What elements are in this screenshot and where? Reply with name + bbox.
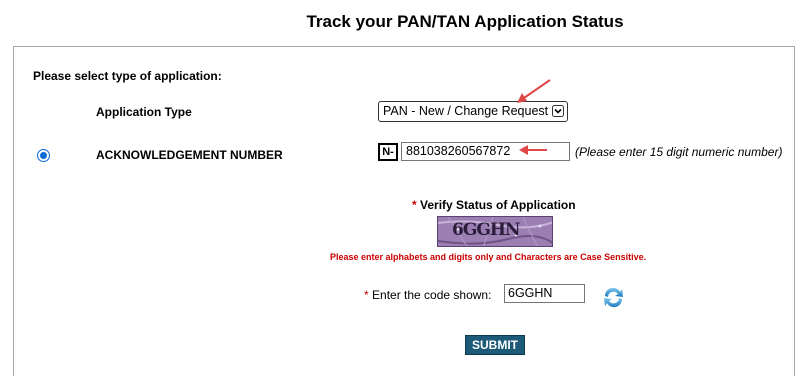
acknowledgement-prefix: N- xyxy=(378,143,398,161)
refresh-icon[interactable] xyxy=(601,285,626,310)
acknowledgement-radio[interactable] xyxy=(37,149,50,162)
captcha-text: 6GGHN xyxy=(452,220,520,240)
verify-heading: * Verify Status of Application xyxy=(412,198,576,212)
application-type-label: Application Type xyxy=(96,105,192,119)
acknowledgement-hint: (Please enter 15 digit numeric number) xyxy=(575,145,783,159)
submit-button[interactable]: SUBMIT xyxy=(465,335,525,355)
acknowledgement-label: ACKNOWLEDGEMENT NUMBER xyxy=(96,148,283,162)
code-label-text: Enter the code shown: xyxy=(372,288,492,302)
captcha-code-input[interactable]: 6GGHN xyxy=(504,284,585,303)
annotation-arrow-icon xyxy=(517,79,551,103)
code-label: * Enter the code shown: xyxy=(364,288,491,302)
annotation-arrow-icon xyxy=(519,145,547,155)
captcha-note: Please enter alphabets and digits only a… xyxy=(330,252,647,262)
page-title: Track your PAN/TAN Application Status xyxy=(306,12,624,31)
verify-heading-text: Verify Status of Application xyxy=(420,198,576,212)
required-mark: * xyxy=(412,198,417,212)
required-mark: * xyxy=(364,288,369,302)
form-panel xyxy=(13,46,795,376)
chevron-down-icon xyxy=(552,105,564,117)
captcha-image: 6GGHN xyxy=(437,216,553,247)
select-prompt: Please select type of application: xyxy=(33,69,222,83)
application-type-value: PAN - New / Change Request xyxy=(383,104,549,118)
